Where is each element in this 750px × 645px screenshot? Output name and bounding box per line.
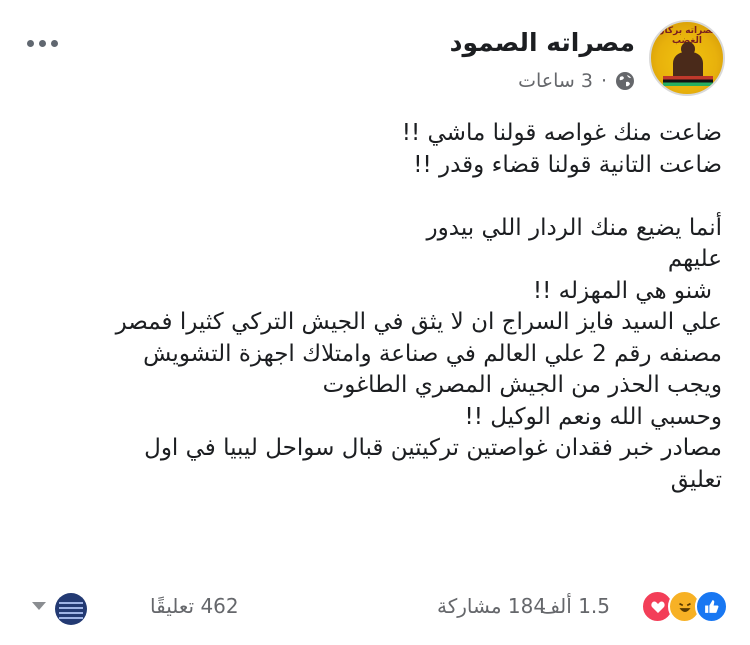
globe-icon[interactable] <box>615 71 635 91</box>
post-meta: 3 ساعات · <box>518 70 635 92</box>
post-line: مصادر خبر فقدان غواصتين تركيتين قبال سوا… <box>144 435 722 461</box>
post-line: وحسبي الله ونعم الوكيل !! <box>464 403 722 430</box>
viewer-avatar[interactable] <box>55 593 87 625</box>
chevron-down-icon[interactable] <box>32 602 46 610</box>
comments-count[interactable]: 462 تعليقًا <box>150 594 239 618</box>
post-line: أنما يضيع منك الردار اللي بيدور <box>426 214 722 241</box>
post-line: شنو هي المهزله !! <box>532 277 712 304</box>
post-line: مصنفه رقم 2 علي العالم في صناعة وامتلاك … <box>143 340 722 367</box>
post-line: عليهم <box>667 246 722 272</box>
post-header: ﻣﺼﺮﺍﺗﻪ ﺑﺮﻛﺎﻥ ﺍﻟﻐﻀﺐ مصراته الصمود 3 ساعات… <box>0 0 750 110</box>
like-icon <box>695 590 728 623</box>
avatar-flag <box>663 76 713 86</box>
post-line: ضاعت التانية قولنا قضاء وقدر !! <box>413 151 722 178</box>
post-line: تعليق <box>670 466 722 493</box>
post-line: علي السيد فايز السراج ان لا يثق في الجيش… <box>115 309 722 335</box>
post-line: ضاعت منك غواصه قولنا ماشي !! <box>401 120 722 146</box>
more-options-icon[interactable] <box>27 40 58 47</box>
post-text: ضاعت منك غواصه قولنا ماشي !! ضاعت التاني… <box>22 118 722 496</box>
post-line: ويجب الحذر من الجيش المصري الطاغوت <box>322 372 722 398</box>
shares-count[interactable]: 184 مشاركة <box>437 594 546 618</box>
page-avatar[interactable]: ﻣﺼﺮﺍﺗﻪ ﺑﺮﻛﺎﻥ ﺍﻟﻐﻀﺐ <box>649 20 725 96</box>
reactions-summary[interactable] <box>641 590 728 623</box>
post-time[interactable]: 3 ساعات <box>518 70 593 92</box>
meta-separator: · <box>600 70 607 92</box>
page-name[interactable]: مصراته الصمود <box>450 28 635 57</box>
post-footer: 1.5 ألف 184 مشاركة 462 تعليقًا <box>0 585 750 635</box>
reactions-count[interactable]: 1.5 ألف <box>539 594 610 618</box>
